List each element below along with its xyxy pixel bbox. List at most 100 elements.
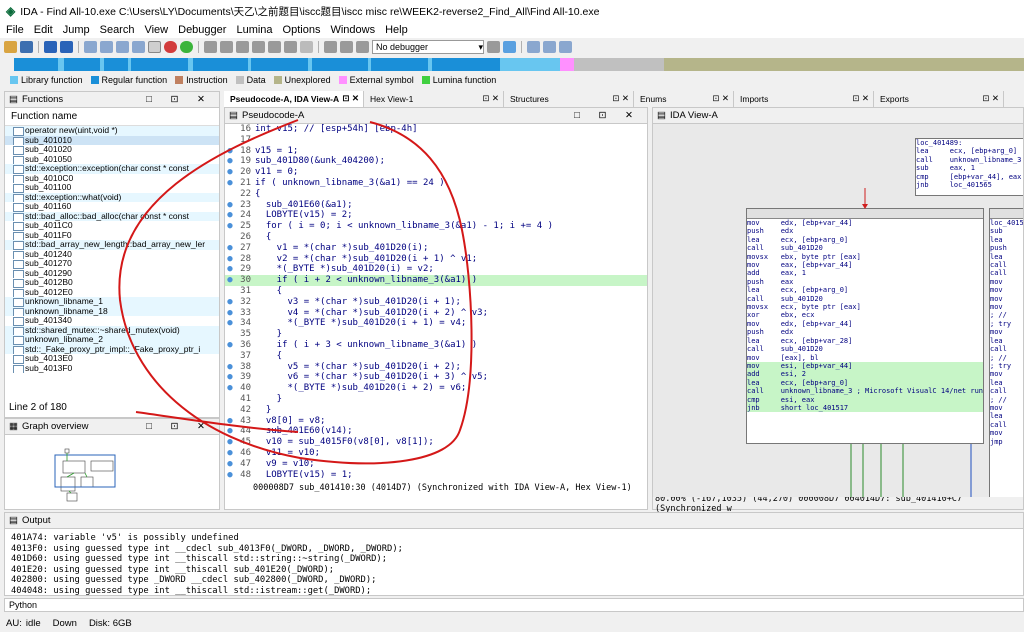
function-list-item[interactable]: std::exception::exception(char const * c… bbox=[5, 164, 219, 174]
data-icon[interactable] bbox=[100, 41, 113, 53]
open-icon[interactable] bbox=[4, 41, 17, 53]
breakpoint-dot-icon[interactable]: ● bbox=[225, 167, 235, 178]
function-list-item[interactable]: operator new(uint,void *) bbox=[5, 126, 219, 136]
code-line[interactable]: ● 18 v15 = 1; bbox=[225, 146, 647, 157]
breakpoint-dot-icon[interactable] bbox=[225, 394, 235, 405]
code-line[interactable]: ● 38 v5 = *(char *)sub_401D20(i + 2); bbox=[225, 362, 647, 373]
pause-icon[interactable] bbox=[340, 41, 353, 53]
menu-item-jump[interactable]: Jump bbox=[63, 24, 90, 36]
close-icon[interactable]: ⊡ ✕ bbox=[612, 93, 629, 104]
graph-icon[interactable] bbox=[204, 41, 217, 53]
breakpoint-dot-icon[interactable]: ● bbox=[225, 372, 235, 383]
window-controls[interactable]: □ ⊡ ✕ bbox=[146, 421, 213, 432]
window-controls[interactable]: □ ⊡ ✕ bbox=[146, 94, 213, 105]
strings-icon[interactable] bbox=[543, 41, 556, 53]
menu-item-view[interactable]: View bbox=[144, 24, 168, 36]
function-list-item[interactable]: unknown_libname_2 bbox=[5, 335, 219, 345]
tool-icon[interactable] bbox=[559, 41, 572, 53]
function-list-item[interactable]: sub_4013E0 bbox=[5, 354, 219, 364]
menu-item-help[interactable]: Help bbox=[385, 24, 408, 36]
function-list-item[interactable]: sub_4010C0 bbox=[5, 174, 219, 183]
menu-item-edit[interactable]: Edit bbox=[34, 24, 53, 36]
code-line[interactable]: ● 30 if ( i + 2 < unknown_libname_3(&a1) … bbox=[225, 275, 647, 286]
breakpoint-dot-icon[interactable]: ● bbox=[225, 383, 235, 394]
breakpoint-dot-icon[interactable] bbox=[225, 405, 235, 416]
code-line[interactable]: ● 44 sub_401E60(v14); bbox=[225, 426, 647, 437]
code-line[interactable]: ● 47 v9 = v10; bbox=[225, 459, 647, 470]
stop-icon[interactable] bbox=[164, 41, 177, 53]
step-into-icon[interactable] bbox=[487, 41, 500, 53]
window-controls[interactable]: □ ⊡ ✕ bbox=[574, 110, 641, 121]
text-icon[interactable] bbox=[148, 41, 161, 53]
code-line[interactable]: 16 int v15; // [esp+54h] [ebp-4h] bbox=[225, 124, 647, 135]
breakpoint-dot-icon[interactable]: ● bbox=[225, 297, 235, 308]
struct-icon[interactable] bbox=[284, 41, 297, 53]
code-line[interactable]: ● 23 sub_401E60(&a1); bbox=[225, 200, 647, 211]
python-label[interactable]: Python bbox=[9, 600, 37, 610]
breakpoint-dot-icon[interactable]: ● bbox=[225, 264, 235, 275]
close-icon[interactable]: ⊡ ✕ bbox=[482, 93, 499, 104]
graph-overview-canvas[interactable] bbox=[5, 435, 219, 509]
code-line[interactable]: ● 36 if ( i + 3 < unknown_libname_3(&a1) … bbox=[225, 340, 647, 351]
tab-exports[interactable]: Exports ⊡ ✕ bbox=[874, 91, 1004, 107]
code-line[interactable]: ● 33 v4 = *(char *)sub_401D20(i + 2) ^ v3… bbox=[225, 308, 647, 319]
breakpoint-dot-icon[interactable]: ● bbox=[225, 459, 235, 470]
play-icon[interactable] bbox=[324, 41, 337, 53]
function-list-item[interactable]: std::exception::what(void) bbox=[5, 192, 219, 202]
close-icon[interactable]: ⊡ ✕ bbox=[982, 93, 999, 104]
code-line[interactable]: ● 34 *(_BYTE *)sub_401D20(i + 1) = v4; bbox=[225, 318, 647, 329]
breakpoint-dot-icon[interactable] bbox=[225, 124, 235, 135]
code-line[interactable]: ● 39 v6 = *(char *)sub_401D20(i + 3) ^ v5… bbox=[225, 372, 647, 383]
breakpoint-dot-icon[interactable]: ● bbox=[225, 308, 235, 319]
breakpoint-dot-icon[interactable]: ● bbox=[225, 254, 235, 265]
function-list-item[interactable]: std::bad_alloc::bad_alloc(char const * c… bbox=[5, 211, 219, 221]
stop-debug-icon[interactable] bbox=[356, 41, 369, 53]
breakpoint-dot-icon[interactable] bbox=[225, 329, 235, 340]
tab-hex-view-1[interactable]: Hex View-1 ⊡ ✕ bbox=[364, 91, 504, 107]
breakpoint-dot-icon[interactable]: ● bbox=[225, 448, 235, 459]
debugger-select[interactable]: No debugger ▾ bbox=[372, 40, 484, 54]
breakpoint-dot-icon[interactable]: ● bbox=[225, 243, 235, 254]
function-list-item[interactable]: std::_Fake_proxy_ptr_impl::_Fake_proxy_p… bbox=[5, 344, 219, 354]
function-icon[interactable] bbox=[252, 41, 265, 53]
function-list-item[interactable]: unknown_libname_18 bbox=[5, 306, 219, 316]
flow-icon[interactable] bbox=[236, 41, 249, 53]
pseudocode-view[interactable]: 16 int v15; // [esp+54h] [ebp-4h] 17 ● 18 v15… bbox=[225, 124, 647, 483]
string-icon[interactable] bbox=[132, 41, 145, 53]
code-line[interactable]: 31 { bbox=[225, 286, 647, 297]
code-line[interactable]: 42 } bbox=[225, 405, 647, 416]
function-list-item[interactable]: sub_401010 bbox=[5, 135, 219, 145]
function-list[interactable]: operator new(uint,void *) sub_401010 sub_4… bbox=[5, 126, 219, 376]
breakpoint-dot-icon[interactable]: ● bbox=[225, 275, 235, 286]
close-debug-icon[interactable] bbox=[300, 41, 313, 53]
breakpoint-dot-icon[interactable]: ● bbox=[225, 340, 235, 351]
ida-graph-view[interactable]: loc_401489: lea ecx, [ebp+arg_0] call unkn… bbox=[653, 124, 1023, 497]
tab-structures[interactable]: Structures ⊡ ✕ bbox=[504, 91, 634, 107]
menu-item-debugger[interactable]: Debugger bbox=[178, 24, 226, 36]
menu-item-options[interactable]: Options bbox=[283, 24, 321, 36]
python-input[interactable]: Python bbox=[4, 598, 1024, 612]
function-list-item[interactable]: sub_401160 bbox=[5, 202, 219, 212]
code-line[interactable]: 41 } bbox=[225, 394, 647, 405]
code-line[interactable]: ● 32 v3 = *(char *)sub_401D20(i + 1); bbox=[225, 297, 647, 308]
function-list-item[interactable]: sub_4011F0 bbox=[5, 231, 219, 240]
save-icon[interactable] bbox=[20, 41, 33, 53]
function-list-item[interactable]: std::shared_mutex::~shared_mutex(void) bbox=[5, 325, 219, 335]
function-list-item[interactable]: sub_4013F0 bbox=[5, 364, 219, 373]
code-line[interactable]: ● 29 *(_BYTE *)sub_401D20(i) = v2; bbox=[225, 264, 647, 275]
close-icon[interactable]: ⊡ ✕ bbox=[342, 93, 359, 104]
breakpoint-dot-icon[interactable] bbox=[225, 286, 235, 297]
code-line[interactable]: 26 { bbox=[225, 232, 647, 243]
breakpoint-dot-icon[interactable]: ● bbox=[225, 200, 235, 211]
menu-item-search[interactable]: Search bbox=[100, 24, 135, 36]
forward-icon[interactable] bbox=[60, 41, 73, 53]
breakpoint-dot-icon[interactable]: ● bbox=[225, 362, 235, 373]
code-line[interactable]: ● 43 v8[0] = v8; bbox=[225, 416, 647, 427]
code-line[interactable]: 37 { bbox=[225, 351, 647, 362]
hex-icon[interactable] bbox=[527, 41, 540, 53]
close-icon[interactable]: ⊡ ✕ bbox=[712, 93, 729, 104]
patch-icon[interactable] bbox=[268, 41, 281, 53]
function-list-item[interactable]: sub_401240 bbox=[5, 250, 219, 259]
code-line[interactable]: ● 46 v11 = v10; bbox=[225, 448, 647, 459]
breakpoint-dot-icon[interactable]: ● bbox=[225, 156, 235, 167]
